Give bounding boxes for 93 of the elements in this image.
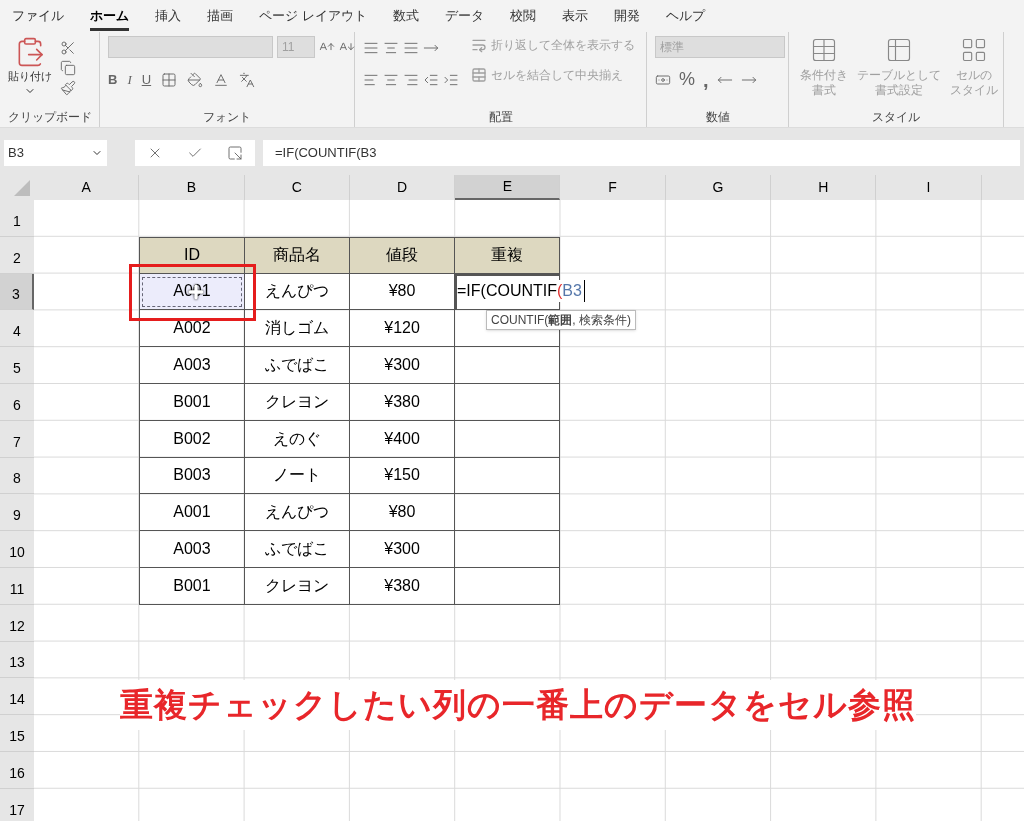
column-header[interactable]: E — [455, 175, 561, 200]
group-label: スタイル — [872, 109, 920, 126]
row-header[interactable]: 6 — [0, 384, 34, 421]
table-cell: B001 — [139, 384, 245, 421]
group-label: クリップボード — [7, 109, 92, 126]
table-cell: ¥120 — [349, 310, 456, 348]
borders-icon[interactable] — [161, 71, 178, 88]
row-header[interactable]: 15 — [0, 715, 34, 752]
table-icon — [885, 36, 913, 64]
row-header[interactable]: 13 — [0, 641, 34, 679]
font-color-icon[interactable] — [213, 71, 230, 88]
table-cell: B003 — [139, 457, 245, 495]
row-header[interactable]: 11 — [0, 567, 34, 605]
row-header[interactable]: 3 — [0, 273, 34, 311]
row-header[interactable]: 14 — [0, 678, 34, 716]
indent-decrease-icon[interactable] — [423, 72, 439, 88]
group-label: 数値 — [705, 109, 730, 126]
table-header-cell: 重複 — [455, 236, 561, 274]
grid-icon — [960, 36, 988, 64]
align-left-icon[interactable] — [363, 72, 379, 88]
table-cell: B002 — [139, 420, 245, 458]
menu-tab[interactable]: 描画 — [207, 1, 233, 31]
table-cell: A003 — [139, 347, 245, 384]
row-header[interactable]: 12 — [0, 604, 34, 642]
percent-button[interactable]: % — [679, 66, 695, 93]
indent-increase-icon[interactable] — [443, 72, 459, 88]
menu-tab[interactable]: 表示 — [561, 1, 588, 31]
table-cell: クレヨン — [244, 567, 350, 605]
menu-tab[interactable]: 挿入 — [155, 1, 181, 31]
table-header-cell: 商品名 — [244, 236, 350, 274]
row-header[interactable]: 7 — [0, 420, 34, 458]
menu-tab[interactable]: 校閲 — [509, 1, 536, 31]
annotation-text: 重複チェックしたい列の一番上のデータをセル参照 — [120, 680, 916, 730]
paintbrush-icon[interactable] — [60, 80, 76, 96]
table-cell: ノート — [244, 457, 350, 495]
table-cell: ¥380 — [349, 567, 456, 605]
row-header[interactable]: 10 — [0, 531, 34, 568]
table-cell: ¥380 — [349, 384, 456, 421]
table-cell: えのぐ — [244, 420, 350, 458]
name-box[interactable]: B3 — [4, 139, 107, 166]
paste-button[interactable]: 貼り付け — [8, 36, 52, 97]
menu-tab[interactable]: データ — [444, 1, 484, 31]
formula-field[interactable]: =IF(COUNTIF(B3 — [263, 139, 1020, 166]
row-header[interactable]: 8 — [0, 457, 34, 495]
table-cell: ¥400 — [349, 420, 456, 458]
table-cell: ¥80 — [349, 494, 456, 532]
table-cell: A002 — [139, 310, 245, 348]
row-header[interactable]: 1 — [0, 200, 34, 237]
table-icon — [810, 36, 838, 64]
table-cell: A001 — [139, 494, 245, 532]
copy-icon[interactable] — [60, 60, 76, 76]
menu-tab[interactable]: 開発 — [613, 1, 640, 31]
font-style-button[interactable]: B — [108, 70, 118, 90]
cell-formula-text: =IF(COUNTIF(B3 — [457, 280, 585, 302]
menu-tab[interactable]: ヘルプ — [665, 1, 705, 31]
table-cell: 消しゴム — [244, 310, 350, 348]
function-tooltip: COUNTIF(範囲, 検索条件) — [486, 310, 636, 330]
table-cell: ¥300 — [349, 347, 456, 384]
table-cell: A003 — [139, 531, 245, 568]
align-right-icon[interactable] — [403, 72, 419, 88]
table-header-cell: 値段 — [349, 236, 456, 274]
font-name-field[interactable] — [108, 36, 273, 58]
align-bottom-icon[interactable] — [403, 40, 419, 56]
menu-tab[interactable]: 数式 — [392, 1, 419, 31]
menu-tab[interactable]: ファイル — [12, 1, 64, 31]
table-cell: えんぴつ — [244, 494, 350, 532]
table-cell: ¥150 — [349, 457, 456, 495]
row-header[interactable]: 2 — [0, 236, 34, 274]
row-header[interactable]: 17 — [0, 788, 34, 821]
table-cell: ふでばこ — [244, 347, 350, 384]
align-center-icon[interactable] — [383, 72, 399, 88]
scissors-icon[interactable] — [60, 40, 76, 56]
row-header[interactable]: 16 — [0, 751, 34, 789]
align-top-icon[interactable] — [363, 40, 379, 56]
table-cell: ¥300 — [349, 531, 456, 568]
phonetic-icon[interactable] — [239, 71, 256, 88]
fill-color-icon[interactable] — [187, 71, 204, 88]
comma-button[interactable]: , — [703, 69, 709, 90]
table-cell: えんぴつ — [244, 273, 350, 311]
align-middle-icon[interactable] — [383, 40, 399, 56]
group-label: フォント — [203, 109, 251, 126]
row-header[interactable]: 9 — [0, 494, 34, 532]
table-cell: B001 — [139, 567, 245, 605]
menu-tab[interactable]: ページ レイアウト — [259, 1, 367, 31]
table-cell: クレヨン — [244, 384, 350, 421]
font-style-button[interactable]: U — [141, 70, 152, 90]
group-label: 配置 — [488, 109, 513, 126]
wrap-text-icon — [471, 37, 487, 53]
font-style-button[interactable]: I — [127, 70, 132, 90]
merge-cells-icon — [471, 67, 487, 83]
table-cell: ふでばこ — [244, 531, 350, 568]
row-header[interactable]: 5 — [0, 347, 34, 384]
row-header[interactable]: 4 — [0, 310, 34, 348]
